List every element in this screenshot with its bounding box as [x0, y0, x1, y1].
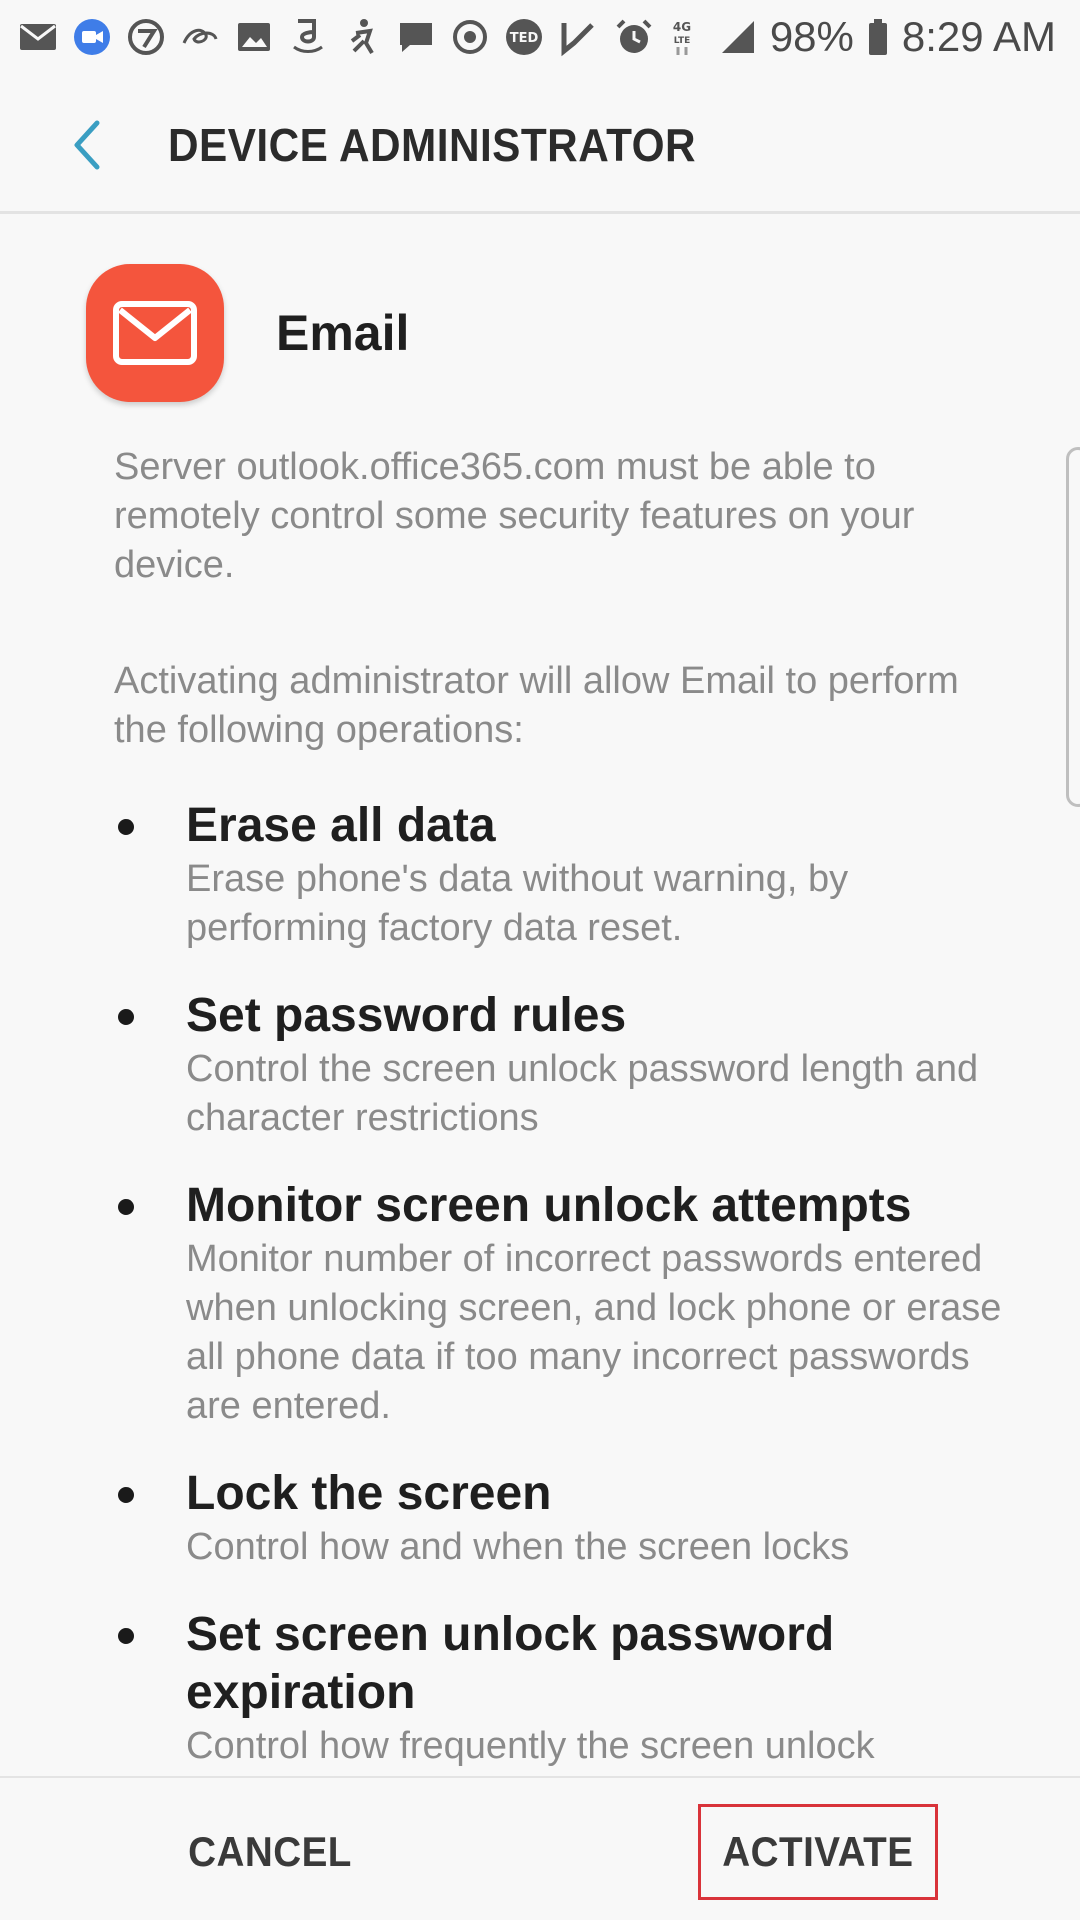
permission-title: Set password rules — [186, 989, 627, 1042]
activate-label: ACTIVATE — [722, 1828, 914, 1875]
battery-icon — [866, 17, 890, 57]
status-bar: TED 4G LTE 98% 8:29 AM — [0, 0, 1080, 74]
signal-icon — [718, 17, 758, 57]
permission-title: Lock the screen — [186, 1467, 552, 1520]
sync-icon — [450, 17, 490, 57]
cancel-label: CANCEL — [188, 1828, 352, 1875]
app-name: Email — [276, 305, 410, 361]
notification-icons: TED — [18, 12, 598, 62]
permission-description: Control how and when the screen locks — [186, 1526, 850, 1568]
battery-percent: 98% — [769, 13, 854, 60]
gmail-icon — [18, 17, 58, 57]
admin-content[interactable]: Email Server outlook.office365.com must … — [0, 217, 1080, 1777]
list-item: Set screen unlock password expiration Co… — [114, 1606, 1014, 1771]
bullet-icon — [118, 1487, 134, 1503]
ted-icon: TED — [504, 17, 544, 57]
app-header: DEVICE ADMINISTRATOR — [0, 74, 1080, 214]
chevron-left-icon — [74, 120, 100, 170]
permission-list: Erase all data Erase phone's data withou… — [114, 797, 1014, 1777]
svg-text:TED: TED — [510, 31, 539, 46]
messages-icon — [396, 17, 436, 57]
permission-description: Erase phone's data without warning, by p… — [186, 858, 849, 949]
permission-title: Set screen unlock password expiration — [186, 1608, 835, 1719]
permission-description: Control how frequently the screen unlock — [186, 1725, 875, 1767]
system-status: 4G LTE 98% 8:29 AM — [614, 10, 1056, 64]
amazon-icon — [288, 17, 328, 57]
mail-icon — [86, 264, 224, 402]
bullet-icon — [118, 1199, 134, 1215]
svg-text:LTE: LTE — [674, 36, 691, 46]
scrollbar[interactable] — [1066, 447, 1080, 807]
sports-icon — [126, 17, 166, 57]
server-description: Server outlook.office365.com must be abl… — [114, 446, 915, 586]
list-item: Monitor screen unlock attempts Monitor n… — [114, 1177, 1014, 1431]
activate-button[interactable]: ACTIVATE — [698, 1804, 938, 1900]
check-icon — [558, 17, 598, 57]
alarm-icon — [614, 17, 654, 57]
bullet-icon — [118, 819, 134, 835]
activation-intro: Activating administrator will allow Emai… — [114, 660, 959, 751]
permission-title: Monitor screen unlock attempts — [186, 1179, 912, 1232]
page-title: DEVICE ADMINISTRATOR — [168, 119, 697, 171]
figure-icon — [342, 17, 382, 57]
back-button[interactable] — [52, 110, 122, 180]
bullet-icon — [118, 1628, 134, 1644]
cancel-button[interactable]: CANCEL — [180, 1804, 360, 1900]
alibaba-icon — [180, 17, 220, 57]
permission-description: Control the screen unlock password lengt… — [186, 1048, 979, 1139]
bullet-icon — [118, 1009, 134, 1025]
app-row: Email — [86, 263, 409, 403]
gallery-icon — [234, 17, 274, 57]
permission-title: Erase all data — [186, 799, 496, 852]
lte-icon: 4G LTE — [666, 17, 706, 57]
permission-description: Monitor number of incorrect passwords en… — [186, 1238, 1002, 1427]
list-item: Erase all data Erase phone's data withou… — [114, 797, 1014, 953]
list-item: Lock the screen Control how and when the… — [114, 1465, 1014, 1572]
duo-icon — [72, 17, 112, 57]
list-item: Set password rules Control the screen un… — [114, 987, 1014, 1143]
svg-text:4G: 4G — [673, 20, 691, 34]
action-bar: CANCEL ACTIVATE — [0, 1776, 1080, 1920]
clock: 8:29 AM — [901, 13, 1056, 60]
